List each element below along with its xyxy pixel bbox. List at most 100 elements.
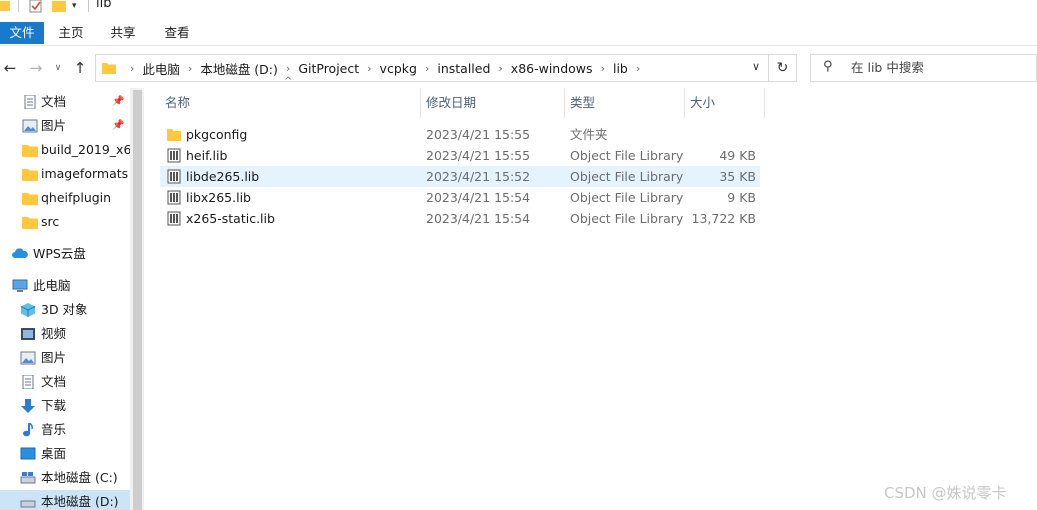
sidebar-item-build-2019-x64[interactable]: build_2019_x64 xyxy=(0,138,130,162)
refresh-icon[interactable]: ↻ xyxy=(769,54,797,82)
breadcrumb-vcpkg[interactable]: vcpkg xyxy=(380,61,417,76)
document-icon xyxy=(22,375,34,389)
sidebar-item-downloads[interactable]: 下载 xyxy=(0,394,130,418)
sidebar-item-3d-objects[interactable]: 3D 对象 xyxy=(0,298,130,322)
breadcrumb: › 此电脑 › 本地磁盘 (D:) › GitProject › vcpkg ›… xyxy=(122,55,648,81)
sidebar-item-music[interactable]: 音乐 xyxy=(0,418,130,442)
sidebar-item-src[interactable]: src xyxy=(0,210,130,234)
customize-toolbar-icon[interactable]: ▾ xyxy=(72,0,82,14)
file-name: x265-static.lib xyxy=(186,211,275,226)
forward-arrow-icon[interactable]: → xyxy=(26,58,46,78)
sidebar-item-videos[interactable]: 视频 xyxy=(0,322,130,346)
up-arrow-icon[interactable]: ↑ xyxy=(70,58,90,78)
chevron-right-icon[interactable]: › xyxy=(636,62,640,75)
chevron-right-icon[interactable]: › xyxy=(130,62,134,75)
breadcrumb-gitproject[interactable]: GitProject xyxy=(298,61,359,76)
chevron-down-icon[interactable]: ∨ xyxy=(752,60,760,73)
file-row[interactable]: pkgconfig 2023/4/21 15:55 文件夹 xyxy=(160,124,760,145)
file-date: 2023/4/21 15:52 xyxy=(426,169,531,184)
chevron-right-icon[interactable]: › xyxy=(286,62,290,75)
sidebar-item-desktop[interactable]: 桌面 xyxy=(0,442,130,466)
folder-icon xyxy=(22,217,38,229)
music-icon xyxy=(23,423,33,437)
file-date: 2023/4/21 15:55 xyxy=(426,127,531,142)
navpane-scrollbar-thumb[interactable] xyxy=(133,90,142,510)
tab-home[interactable]: 主页 xyxy=(50,22,92,44)
sidebar-item-drive-c[interactable]: 本地磁盘 (C:) xyxy=(0,466,130,490)
file-row[interactable]: heif.lib 2023/4/21 15:55 Object File Lib… xyxy=(160,145,760,166)
breadcrumb-lib[interactable]: lib xyxy=(613,61,628,76)
sidebar-item-pictures[interactable]: 图片 📌 xyxy=(0,114,130,138)
sidebar-item-label: 3D 对象 xyxy=(41,302,88,317)
library-file-icon xyxy=(167,211,181,226)
address-bar[interactable]: › 此电脑 › 本地磁盘 (D:) › GitProject › vcpkg ›… xyxy=(95,54,769,82)
breadcrumb-drive-d[interactable]: 本地磁盘 (D:) xyxy=(200,59,278,78)
sidebar-item-label: WPS云盘 xyxy=(33,246,86,261)
sidebar-item-label: 桌面 xyxy=(41,446,67,461)
sidebar-item-label: src xyxy=(41,214,60,229)
properties-check-icon[interactable] xyxy=(28,0,44,14)
new-folder-icon[interactable] xyxy=(52,0,66,14)
chevron-right-icon[interactable]: › xyxy=(601,62,605,75)
sidebar-item-documents[interactable]: 文档 📌 xyxy=(0,90,130,114)
column-header-size[interactable]: 大小 xyxy=(690,88,715,118)
sort-ascending-icon: ^ xyxy=(284,76,293,87)
sidebar-item-label: 音乐 xyxy=(41,422,67,437)
recent-locations-icon[interactable]: ∨ xyxy=(48,58,68,78)
sidebar-item-label: 下载 xyxy=(41,398,67,413)
navigation-pane: 文档 📌 图片 📌 build_2019_x64 imageformats qh… xyxy=(0,88,130,510)
file-list: 名称 ^ 修改日期 类型 大小 pkgconfig 2023/4/21 15:5… xyxy=(160,76,1037,510)
sidebar-item-label: 文档 xyxy=(41,374,67,389)
sidebar-item-label: 图片 xyxy=(41,118,67,133)
file-name: heif.lib xyxy=(186,148,228,163)
file-size: 35 KB xyxy=(719,169,756,184)
back-arrow-icon[interactable]: ← xyxy=(0,58,20,78)
folder-icon[interactable] xyxy=(0,0,10,14)
column-divider[interactable] xyxy=(420,88,421,118)
sidebar-item-this-pc[interactable]: 此电脑 xyxy=(0,274,130,298)
file-row[interactable]: x265-static.lib 2023/4/21 15:54 Object F… xyxy=(160,208,760,229)
sidebar-item-label: qheifplugin xyxy=(41,190,112,205)
tab-view[interactable]: 查看 xyxy=(156,22,198,44)
column-header-date[interactable]: 修改日期 xyxy=(426,88,476,118)
breadcrumb-x86-windows[interactable]: x86-windows xyxy=(511,61,593,76)
computer-icon xyxy=(12,279,28,292)
search-input[interactable]: ⚲ 在 lib 中搜索 xyxy=(810,54,1037,82)
tab-file[interactable]: 文件 xyxy=(0,22,44,44)
drive-icon xyxy=(20,472,36,484)
file-size: 49 KB xyxy=(719,148,756,163)
cloud-icon xyxy=(12,248,28,258)
sidebar-item-imageformats[interactable]: imageformats xyxy=(0,162,130,186)
sidebar-item-qheifplugin[interactable]: qheifplugin xyxy=(0,186,130,210)
chevron-right-icon[interactable]: › xyxy=(425,62,429,75)
column-divider[interactable] xyxy=(764,88,765,118)
column-header-name[interactable]: 名称 xyxy=(165,88,190,118)
breadcrumb-this-pc[interactable]: 此电脑 xyxy=(142,59,180,78)
sidebar-item-drive-d[interactable]: 本地磁盘 (D:) xyxy=(0,490,130,510)
file-row[interactable]: libx265.lib 2023/4/21 15:54 Object File … xyxy=(160,187,760,208)
drive-icon xyxy=(20,500,36,508)
sidebar-item-wps-cloud[interactable]: WPS云盘 xyxy=(0,242,130,266)
document-icon xyxy=(24,95,36,109)
chevron-right-icon[interactable]: › xyxy=(498,62,502,75)
file-row[interactable]: libde265.lib 2023/4/21 15:52 Object File… xyxy=(160,166,760,187)
sidebar-item-label: build_2019_x64 xyxy=(41,142,130,157)
title-bar: ▾ lib xyxy=(0,0,1037,18)
pin-icon[interactable]: 📌 xyxy=(112,114,124,138)
cube-icon xyxy=(20,303,36,317)
sidebar-item-pictures-pc[interactable]: 图片 xyxy=(0,346,130,370)
sidebar-item-documents-pc[interactable]: 文档 xyxy=(0,370,130,394)
chevron-right-icon[interactable]: › xyxy=(188,62,192,75)
picture-icon xyxy=(22,119,38,133)
desktop-icon xyxy=(20,447,36,460)
chevron-right-icon[interactable]: › xyxy=(367,62,371,75)
file-name: pkgconfig xyxy=(186,127,248,142)
tab-share[interactable]: 共享 xyxy=(102,22,144,44)
column-header-type[interactable]: 类型 xyxy=(570,88,595,118)
column-divider[interactable] xyxy=(564,88,565,118)
file-size: 13,722 KB xyxy=(691,211,756,226)
title-divider xyxy=(88,0,89,12)
pin-icon[interactable]: 📌 xyxy=(112,90,124,114)
breadcrumb-installed[interactable]: installed xyxy=(437,61,490,76)
column-divider[interactable] xyxy=(684,88,685,118)
